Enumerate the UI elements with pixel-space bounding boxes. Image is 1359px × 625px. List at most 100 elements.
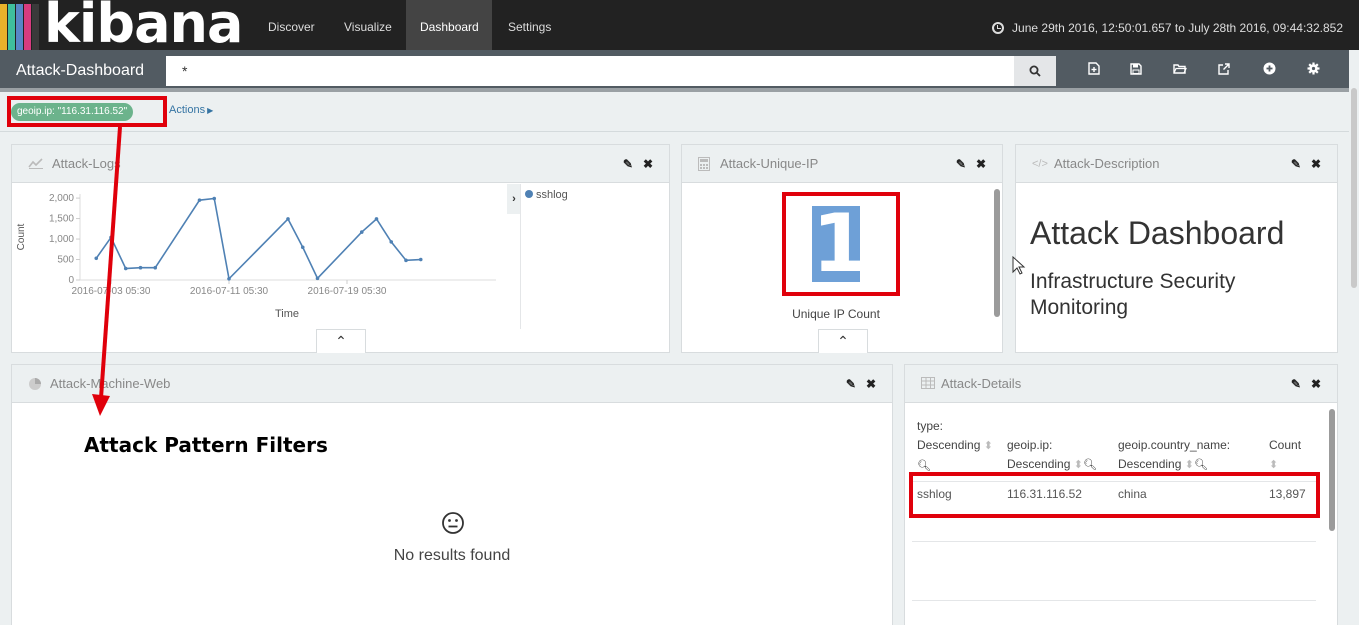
legend-swatch	[525, 190, 533, 198]
annotation-label: Attack Pattern Filters	[84, 433, 328, 457]
sort-icon: ⬍	[1269, 459, 1279, 471]
column-header-geoip-ip[interactable]: geoip.ip: Descending ⬍🔍︎	[1007, 436, 1097, 475]
x-tick-label: 2016-07-11 05:30	[190, 286, 269, 297]
search-icon[interactable]: 🔍︎	[917, 460, 931, 472]
line-chart: 0 500 1,000 1,500 2,000 2016-07-03 05:30 2016-…	[16, 193, 496, 320]
search-icon[interactable]: 🔍︎	[1083, 459, 1097, 471]
metric-value: 1	[812, 197, 868, 290]
data-point	[123, 266, 128, 271]
gear-icon[interactable]	[1304, 62, 1322, 80]
legend-toggle[interactable]: ›	[507, 184, 521, 214]
actions-label: Actions	[169, 104, 206, 116]
column-name: geoip.ip:	[1007, 438, 1053, 452]
sort-icon: ⬍	[1073, 459, 1083, 471]
nav-settings[interactable]: Settings	[494, 0, 565, 50]
panel-header: Attack-Machine-Web ✎ ✖	[12, 365, 892, 403]
table-icon	[921, 377, 937, 391]
search-icon[interactable]: 🔍︎	[1194, 459, 1208, 471]
nav-discover[interactable]: Discover	[254, 0, 329, 50]
open-folder-icon[interactable]	[1171, 62, 1189, 80]
caret-right-icon: ▶	[207, 106, 214, 115]
data-point	[109, 235, 113, 240]
edit-pencil-icon[interactable]: ✎	[1291, 157, 1301, 171]
new-dashboard-icon[interactable]	[1085, 62, 1103, 80]
table-row-divider	[912, 541, 1316, 542]
highlight-box-row	[909, 472, 1320, 518]
close-icon[interactable]: ✖	[976, 157, 986, 171]
close-icon[interactable]: ✖	[1311, 377, 1321, 391]
panel-title: Attack-Machine-Web	[50, 376, 171, 391]
share-icon[interactable]	[1215, 62, 1233, 80]
kibana-logo[interactable]: kibana	[44, 0, 243, 54]
scrollbar[interactable]	[1329, 409, 1335, 531]
panel-title: Attack-Logs	[52, 156, 121, 171]
dashboard-title: Attack-Dashboard	[16, 62, 145, 79]
column-name: geoip.country_name:	[1118, 438, 1231, 452]
y-axis-title: Count	[16, 223, 27, 250]
panel-header: Attack-Logs ✎ ✖	[12, 145, 669, 183]
save-icon[interactable]	[1127, 62, 1145, 80]
panel-header: Attack-Unique-IP ✎ ✖	[682, 145, 1002, 183]
add-panel-icon[interactable]	[1260, 62, 1278, 80]
data-point	[315, 276, 320, 281]
column-name: Count	[1269, 438, 1302, 452]
y-tick-label: 2,000	[49, 193, 74, 204]
close-icon[interactable]: ✖	[866, 377, 876, 391]
data-point	[389, 240, 394, 244]
panel-header: </> Attack-Description ✎ ✖	[1016, 145, 1337, 183]
edit-pencil-icon[interactable]: ✎	[956, 157, 966, 171]
nav-dashboard[interactable]: Dashboard	[406, 0, 492, 50]
edit-pencil-icon[interactable]: ✎	[846, 377, 856, 391]
chevron-up-icon: ⌃	[837, 333, 849, 349]
data-point	[286, 217, 290, 221]
sort-label: Descending	[1007, 457, 1071, 471]
column-header-country[interactable]: geoip.country_name: Descending ⬍🔍︎	[1118, 436, 1230, 475]
top-navbar: kibana Discover Visualize Dashboard Sett…	[0, 0, 1359, 54]
table-row-divider	[912, 600, 1316, 601]
column-header-count[interactable]: Count ⬍	[1269, 436, 1301, 475]
y-tick-label: 500	[57, 255, 74, 266]
legend-item[interactable]: sshlog	[525, 189, 568, 201]
markdown-heading: Attack Dashboard	[1030, 215, 1285, 251]
column-name: type:	[917, 419, 944, 433]
sort-icon: ⬍	[1184, 459, 1194, 471]
close-icon[interactable]: ✖	[1311, 157, 1321, 171]
filter-actions-link[interactable]: Actions ▶	[169, 104, 213, 116]
sort-icon: ⬍	[983, 440, 993, 452]
query-input[interactable]	[166, 56, 1014, 86]
sort-label: Descending	[917, 438, 981, 452]
column-header-type[interactable]: type: Descending ⬍ 🔍︎	[917, 417, 993, 476]
data-point	[418, 257, 423, 262]
nav-visualize[interactable]: Visualize	[330, 0, 406, 50]
data-point	[138, 265, 143, 270]
data-point	[374, 217, 379, 221]
empty-state-face-icon	[441, 511, 465, 535]
panel-attack-description: </> Attack-Description ✎ ✖ Attack Dashboa…	[1015, 144, 1338, 353]
legend-label: sshlog	[536, 189, 568, 201]
code-icon: </>	[1032, 158, 1048, 170]
sort-label: Descending	[1118, 457, 1182, 471]
panel-tools: ✎ ✖	[946, 145, 986, 183]
panel-tools: ✎ ✖	[836, 365, 876, 403]
edit-pencil-icon[interactable]: ✎	[1291, 377, 1301, 391]
scrollbar[interactable]	[994, 189, 1000, 317]
panel-attack-logs: Attack-Logs ✎ ✖ 0 500 1,000 1,500 2,000 2016-0…	[11, 144, 670, 353]
panel-title: Attack-Unique-IP	[720, 156, 819, 171]
chevron-up-icon: ⌃	[335, 333, 347, 349]
close-icon[interactable]: ✖	[643, 157, 653, 171]
edit-pencil-icon[interactable]: ✎	[623, 157, 633, 171]
pie-chart-icon	[28, 377, 44, 391]
panel-title: Attack-Details	[941, 376, 1022, 391]
panel-attack-unique-ip: Attack-Unique-IP ✎ ✖ 1 Unique IP Count ⌃	[681, 144, 1003, 353]
time-range-text: June 29th 2016, 12:50:01.657 to July 28t…	[1012, 21, 1343, 35]
search-button[interactable]	[1014, 56, 1056, 86]
y-tick-label: 1,500	[49, 214, 74, 225]
collapse-toggle[interactable]: ⌃	[818, 329, 868, 353]
collapse-toggle[interactable]: ⌃	[316, 329, 366, 353]
time-picker[interactable]: June 29th 2016, 12:50:01.657 to July 28t…	[992, 0, 1343, 50]
panel-title: Attack-Description	[1054, 156, 1160, 171]
panel-header: Attack-Details ✎ ✖	[905, 365, 1337, 403]
data-point	[359, 230, 364, 234]
page-scrollbar[interactable]	[1351, 88, 1357, 288]
search-icon	[1029, 65, 1041, 77]
